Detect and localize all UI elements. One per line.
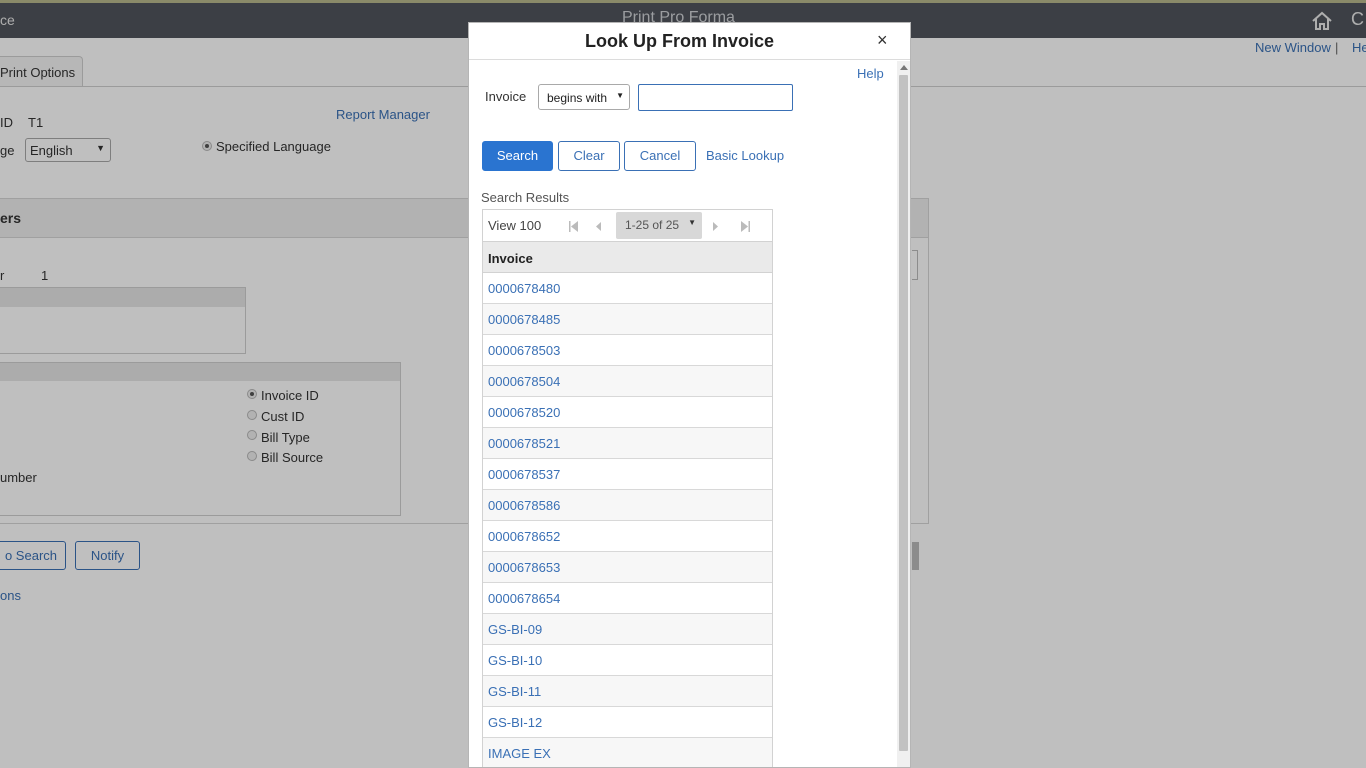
invoice-link[interactable]: 0000678520 (488, 405, 560, 420)
invoice-link[interactable]: 0000678537 (488, 467, 560, 482)
basic-lookup-link[interactable]: Basic Lookup (706, 148, 784, 163)
table-row: GS-BI-12 (483, 707, 772, 738)
previous-page-icon[interactable] (594, 220, 604, 231)
invoice-field-label: Invoice (485, 89, 527, 104)
help-link[interactable]: Help (857, 66, 884, 81)
modal-scrollbar[interactable] (897, 61, 910, 767)
next-page-icon[interactable] (710, 220, 720, 231)
chevron-down-icon: ▼ (616, 91, 624, 100)
table-row: GS-BI-09 (483, 614, 772, 645)
results-grid: View 100 1-25 of 25 ▼ Invoice 0000678480… (482, 209, 773, 767)
scroll-up-icon[interactable] (900, 65, 908, 70)
invoice-link[interactable]: GS-BI-10 (488, 653, 542, 668)
first-page-icon[interactable] (569, 220, 579, 232)
operator-select[interactable]: begins with ▼ (538, 84, 630, 110)
page-range: 1-25 of 25 (625, 218, 680, 232)
invoice-link[interactable]: 0000678653 (488, 560, 560, 575)
table-row: 0000678485 (483, 304, 772, 335)
invoice-link[interactable]: GS-BI-11 (488, 684, 541, 699)
chevron-down-icon: ▼ (688, 218, 696, 227)
table-row: 0000678521 (483, 428, 772, 459)
clear-button[interactable]: Clear (558, 141, 620, 171)
table-row: 0000678503 (483, 335, 772, 366)
table-row: 0000678652 (483, 521, 772, 552)
invoice-link[interactable]: 0000678521 (488, 436, 560, 451)
table-row: GS-BI-11 (483, 676, 772, 707)
invoice-search-input[interactable] (638, 84, 793, 111)
invoice-link[interactable]: 0000678504 (488, 374, 560, 389)
table-row: 0000678537 (483, 459, 772, 490)
invoice-link[interactable]: 0000678654 (488, 591, 560, 606)
last-page-icon[interactable] (740, 220, 750, 232)
invoice-link[interactable]: 0000678480 (488, 281, 560, 296)
table-row: GS-BI-10 (483, 645, 772, 676)
grid-column-header[interactable]: Invoice (483, 241, 772, 273)
search-results-label: Search Results (481, 190, 570, 205)
invoice-link[interactable]: 0000678652 (488, 529, 560, 544)
modal-header: Look Up From Invoice × (469, 23, 910, 60)
scrollbar-thumb[interactable] (899, 75, 908, 751)
view-100-link[interactable]: View 100 (488, 218, 541, 233)
table-row: 0000678504 (483, 366, 772, 397)
search-button[interactable]: Search (482, 141, 553, 171)
table-row: 0000678520 (483, 397, 772, 428)
invoice-column-label: Invoice (488, 251, 533, 266)
table-row: 0000678654 (483, 583, 772, 614)
table-row: 0000678480 (483, 273, 772, 304)
operator-value: begins with (547, 91, 608, 105)
invoice-link[interactable]: 0000678586 (488, 498, 560, 513)
table-row: IMAGE EX (483, 738, 772, 767)
grid-navigation: View 100 1-25 of 25 ▼ (483, 209, 772, 241)
invoice-link[interactable]: 0000678485 (488, 312, 560, 327)
close-icon[interactable]: × (877, 30, 888, 51)
invoice-link[interactable]: GS-BI-12 (488, 715, 542, 730)
modal-title: Look Up From Invoice (584, 31, 775, 51)
cancel-button[interactable]: Cancel (624, 141, 696, 171)
invoice-link[interactable]: IMAGE EX (488, 746, 551, 761)
invoice-link[interactable]: 0000678503 (488, 343, 560, 358)
page-range-select[interactable]: 1-25 of 25 ▼ (616, 212, 702, 239)
invoice-link[interactable]: GS-BI-09 (488, 622, 542, 637)
table-row: 0000678653 (483, 552, 772, 583)
lookup-modal: Look Up From Invoice × Help Invoice begi… (468, 22, 911, 768)
table-row: 0000678586 (483, 490, 772, 521)
